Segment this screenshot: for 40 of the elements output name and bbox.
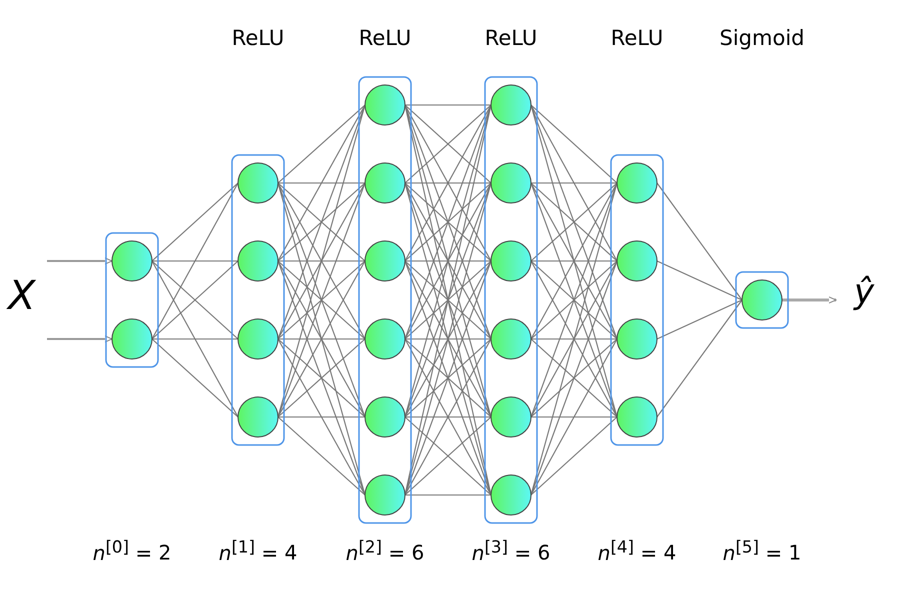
neuron [742, 280, 782, 320]
layer-size-label: n$^{[4]}$ = 4 [598, 540, 676, 565]
neuron [490, 474, 532, 516]
activation-label: ReLU [610, 26, 664, 52]
layer-size-label: n$^{[1]}$ = 4 [218, 540, 298, 565]
activation-label: ReLU [230, 26, 286, 52]
neuron [364, 474, 406, 516]
layer-size-label: n$^{[0]}$ = 2 [92, 540, 172, 565]
neuron [490, 318, 532, 360]
neuron [238, 318, 278, 360]
output-label: ŷ [854, 274, 874, 312]
input-arrow [47, 258, 112, 264]
activation-label: ReLU [358, 26, 412, 52]
neuron [490, 84, 532, 126]
input-label: X [8, 274, 36, 318]
neuron [490, 240, 532, 282]
neuron [364, 240, 406, 282]
layer-size-label: n$^{[2]}$ = 6 [346, 540, 424, 565]
neuron [616, 318, 658, 360]
activation-label: Sigmoid [718, 26, 806, 52]
neuron [616, 396, 658, 438]
layer-size-label: n$^{[5]}$ = 1 [722, 540, 802, 565]
output-arrow [782, 296, 836, 304]
neuron [112, 318, 152, 360]
neuron [616, 240, 658, 282]
neuron [238, 396, 278, 438]
neuron [112, 240, 152, 282]
neuron [364, 318, 406, 360]
neuron [490, 162, 532, 204]
activation-label: ReLU [484, 26, 538, 52]
input-arrow [47, 336, 112, 342]
neuron [364, 84, 406, 126]
layer-box [735, 271, 789, 329]
neuron [238, 240, 278, 282]
neuron [616, 162, 658, 204]
neuron [490, 396, 532, 438]
neuron [364, 162, 406, 204]
neuron [364, 396, 406, 438]
layer-size-label: n$^{[3]}$ = 6 [472, 540, 550, 565]
neuron [238, 162, 278, 204]
